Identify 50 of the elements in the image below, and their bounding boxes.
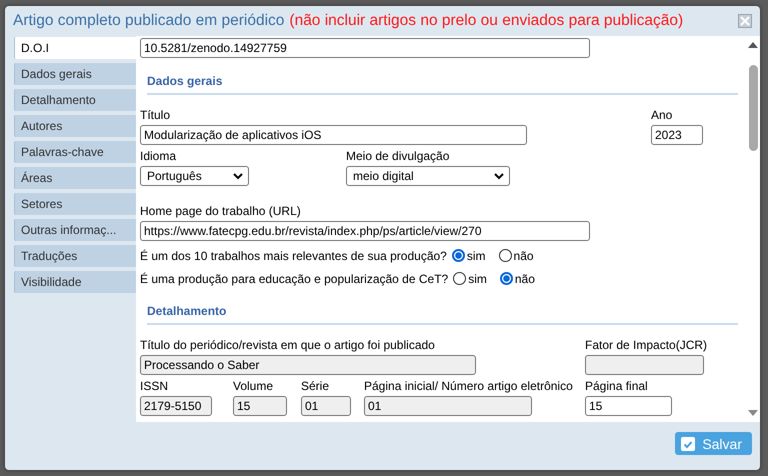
- dropdown[interactable]: meio digital: [346, 166, 510, 186]
- sidebar-tab[interactable]: Palavras-chave: [14, 141, 136, 163]
- option-label: sim: [466, 248, 486, 262]
- sidebar-tab[interactable]: Outras informaç...: [14, 219, 136, 241]
- chevron-down-icon: [494, 172, 504, 180]
- option-label: sim: [468, 272, 487, 286]
- close-icon[interactable]: [738, 14, 752, 28]
- scroll-thumb[interactable]: [749, 65, 758, 151]
- field-label: Ano: [651, 108, 674, 122]
- section-heading: Detalhamento: [147, 304, 738, 325]
- field-label: Série: [301, 379, 330, 393]
- sidebar-tab[interactable]: Dados gerais: [14, 63, 136, 85]
- input-field[interactable]: 2023: [651, 125, 703, 145]
- field-label: Título: [140, 108, 172, 122]
- sidebar-tab[interactable]: Traduções: [14, 245, 136, 267]
- radio-button[interactable]: [452, 249, 465, 262]
- field-label: Página final: [585, 379, 649, 393]
- option-label: não: [514, 248, 534, 262]
- question-label: É um dos 10 trabalhos mais relevantes de sua produção?: [140, 248, 447, 262]
- section-heading: Dados gerais: [147, 74, 738, 95]
- doi-field[interactable]: 10.5281/zenodo.14927759: [140, 38, 590, 58]
- dialog-title: Artigo completo publicado em periódico: [13, 12, 284, 30]
- sidebar-tab[interactable]: Áreas: [14, 167, 136, 189]
- field-label: Home page do trabalho (URL): [140, 204, 302, 218]
- field-label: Meio de divulgação: [346, 149, 450, 163]
- question-label: É uma produção para educação e popularização de CeT?: [140, 272, 448, 286]
- radio-button[interactable]: [500, 272, 513, 285]
- field-label: Título do periódico/revista em que o artigo foi publicado: [140, 338, 436, 352]
- scroll-down-icon[interactable]: [748, 410, 758, 416]
- sidebar-tab[interactable]: Setores: [14, 193, 136, 215]
- sidebar-tab[interactable]: D.O.I: [14, 37, 136, 59]
- sidebar-tab[interactable]: Detalhamento: [14, 89, 136, 111]
- field-label: ISSN: [140, 379, 170, 393]
- title-note: (não incluir artigos no prelo ou enviados para publicação): [289, 12, 684, 30]
- option-label: não: [514, 272, 535, 286]
- field-label: Idioma: [140, 149, 178, 163]
- input-field[interactable]: Modularização de aplicativos iOS: [140, 125, 527, 145]
- radio-button[interactable]: [453, 272, 466, 285]
- scroll-up-icon[interactable]: [748, 42, 758, 48]
- field-label: Página inicial/ Número artigo eletrônico: [364, 379, 573, 393]
- input-field[interactable]: 15: [585, 396, 672, 416]
- checkmark-icon: [681, 436, 696, 450]
- sidebar-tab[interactable]: Autores: [14, 115, 136, 137]
- field-label: Fator de Impacto(JCR): [585, 338, 708, 352]
- dropdown[interactable]: Português: [140, 166, 249, 186]
- chevron-down-icon: [233, 172, 243, 180]
- sidebar-tab[interactable]: Visibilidade: [14, 271, 136, 293]
- field-label: Volume: [233, 379, 274, 393]
- input-field[interactable]: https://www.fatecpg.edu.br/revista/index.php/ps/article/view/270: [140, 221, 590, 241]
- radio-button[interactable]: [498, 249, 512, 262]
